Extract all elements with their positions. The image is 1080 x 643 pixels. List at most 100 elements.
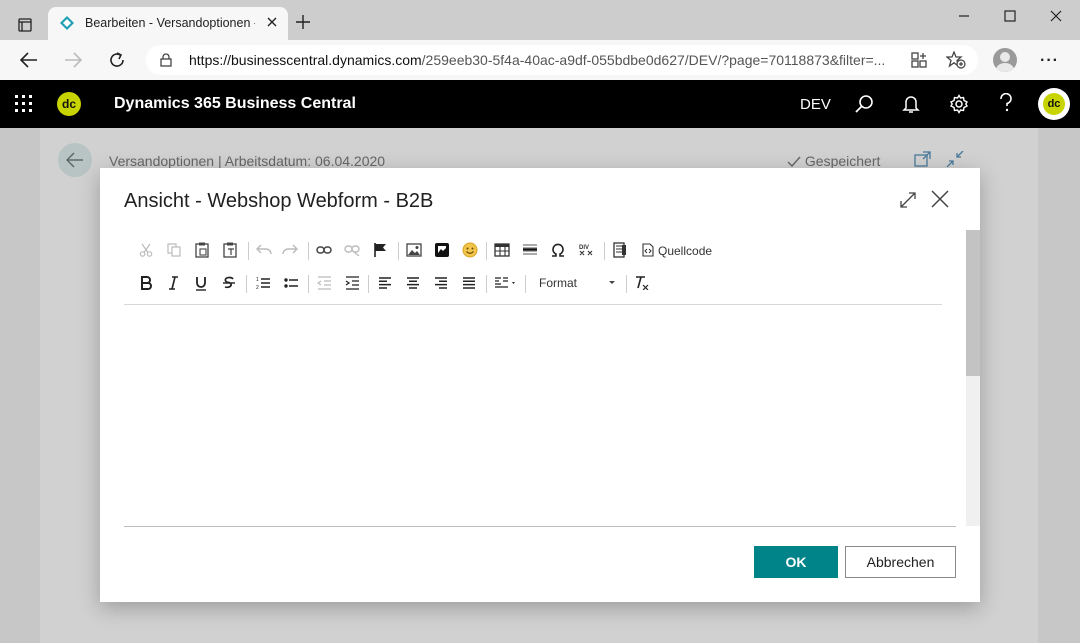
dialog-close-icon[interactable]: [931, 190, 949, 208]
page-back-button[interactable]: [58, 143, 92, 177]
remove-format-icon[interactable]: [630, 269, 654, 297]
collapse-icon[interactable]: [946, 151, 964, 167]
rich-text-editor[interactable]: [124, 305, 942, 525]
settings-gear-icon[interactable]: [949, 94, 969, 114]
editor-toolbar-row-2: 12 Format: [124, 269, 944, 297]
div-container-icon[interactable]: DIV: [574, 236, 598, 264]
underline-icon[interactable]: [189, 269, 213, 297]
app-available-icon[interactable]: [910, 51, 928, 69]
window-close-icon[interactable]: [1046, 8, 1066, 24]
app-title: Dynamics 365 Business Central: [114, 95, 356, 112]
back-arrow-icon[interactable]: [18, 50, 40, 70]
maximize-icon[interactable]: [1000, 8, 1020, 24]
lock-icon[interactable]: [160, 53, 172, 67]
outdent-icon[interactable]: [312, 269, 336, 297]
format-select-label: Format: [539, 276, 578, 290]
search-icon[interactable]: [854, 94, 874, 114]
url-host: https://businesscentral.dynamics.com: [189, 52, 422, 68]
tab-actions-icon[interactable]: [10, 10, 40, 40]
cancel-button[interactable]: Abbrechen: [845, 546, 956, 578]
paste-text-icon[interactable]: [218, 236, 242, 264]
svg-text:1: 1: [256, 277, 259, 283]
notification-bell-icon[interactable]: [902, 94, 920, 114]
tab-close-icon[interactable]: [266, 16, 278, 28]
toolbar-separator: [398, 242, 399, 260]
scrollbar-thumb[interactable]: [966, 230, 980, 376]
url-text[interactable]: https://businesscentral.dynamics.com/259…: [189, 52, 889, 68]
flash-media-icon[interactable]: [430, 236, 454, 264]
format-select[interactable]: Format: [539, 276, 577, 290]
environment-label: DEV: [800, 96, 831, 113]
browser-tab[interactable]: Bearbeiten - Versandoptionen - B: [48, 7, 288, 40]
expand-icon[interactable]: [900, 192, 916, 208]
special-char-omega-icon[interactable]: [546, 236, 570, 264]
toolbar-separator: [486, 242, 487, 260]
align-center-icon[interactable]: [401, 269, 425, 297]
strikethrough-icon[interactable]: [217, 269, 241, 297]
bold-icon[interactable]: [134, 269, 158, 297]
help-icon[interactable]: [999, 93, 1013, 113]
toolbar-separator: [604, 242, 605, 260]
anchor-flag-icon[interactable]: [368, 236, 392, 264]
app-header: dc Dynamics 365 Business Central DEV dc: [0, 80, 1080, 128]
minimize-icon[interactable]: [954, 8, 974, 24]
toolbar-separator: [308, 275, 309, 293]
app-launcher-icon[interactable]: [15, 95, 33, 113]
user-avatar[interactable]: dc: [1038, 88, 1070, 120]
justify-icon[interactable]: [457, 269, 481, 297]
preview-dialog: Ansicht - Webshop Webform - B2B DIV Quel…: [100, 168, 980, 602]
url-field[interactable]: https://businesscentral.dynamics.com/259…: [146, 45, 978, 75]
dialog-title: Ansicht - Webshop Webform - B2B: [124, 190, 434, 212]
indent-icon[interactable]: [340, 269, 364, 297]
saved-status: Gespeichert: [787, 153, 880, 169]
ok-button[interactable]: OK: [754, 546, 838, 578]
paste-icon[interactable]: [190, 236, 214, 264]
toolbar-separator: [248, 242, 249, 260]
address-bar: https://businesscentral.dynamics.com/259…: [0, 40, 1080, 80]
checkmark-icon: [787, 156, 801, 168]
profile-icon[interactable]: [993, 48, 1017, 72]
url-path: /259eeb30-5f4a-40ac-a9df-055bdbe0d627/DE…: [421, 52, 886, 68]
redo-icon[interactable]: [278, 236, 302, 264]
forward-arrow-icon[interactable]: [62, 50, 84, 70]
image-icon[interactable]: [402, 236, 426, 264]
new-tab-icon[interactable]: [296, 15, 310, 29]
format-dropdown-arrow-icon[interactable]: [600, 269, 624, 297]
tab-title: Bearbeiten - Versandoptionen - B: [85, 16, 255, 30]
toolbar-separator: [525, 275, 526, 293]
toolbar-separator: [626, 275, 627, 293]
svg-text:2: 2: [256, 285, 259, 290]
align-right-icon[interactable]: [429, 269, 453, 297]
bullet-list-icon[interactable]: [279, 269, 303, 297]
open-new-window-icon[interactable]: [914, 151, 932, 167]
table-icon[interactable]: [490, 236, 514, 264]
italic-icon[interactable]: [161, 269, 185, 297]
more-options-icon[interactable]: ···: [1040, 52, 1059, 70]
source-code-button[interactable]: Quellcode: [658, 244, 712, 258]
avatar-initials: dc: [1043, 93, 1065, 115]
align-left-icon[interactable]: [373, 269, 397, 297]
dialog-divider: [124, 526, 956, 527]
source-code-icon[interactable]: [636, 236, 660, 264]
horizontal-line-icon[interactable]: [518, 236, 542, 264]
copy-icon[interactable]: [162, 236, 186, 264]
company-logo[interactable]: dc: [57, 92, 81, 116]
svg-text:DIV: DIV: [579, 245, 589, 251]
add-favorite-icon[interactable]: [946, 51, 966, 69]
browser-tab-bar: Bearbeiten - Versandoptionen - B: [0, 0, 1080, 40]
breadcrumb: Versandoptionen | Arbeitsdatum: 06.04.20…: [109, 153, 386, 169]
cut-icon[interactable]: [134, 236, 158, 264]
preview-icon[interactable]: [608, 236, 632, 264]
numbered-list-icon[interactable]: 12: [251, 269, 275, 297]
saved-label: Gespeichert: [804, 153, 881, 169]
toolbar-separator: [308, 242, 309, 260]
undo-icon[interactable]: [252, 236, 276, 264]
toolbar-separator: [486, 275, 487, 293]
link-icon[interactable]: [312, 236, 336, 264]
unlink-icon[interactable]: [340, 236, 364, 264]
smiley-icon[interactable]: [458, 236, 482, 264]
refresh-icon[interactable]: [106, 50, 128, 70]
toolbar-separator: [368, 275, 369, 293]
text-direction-dropdown-icon[interactable]: [492, 269, 520, 297]
toolbar-separator: [246, 275, 247, 293]
